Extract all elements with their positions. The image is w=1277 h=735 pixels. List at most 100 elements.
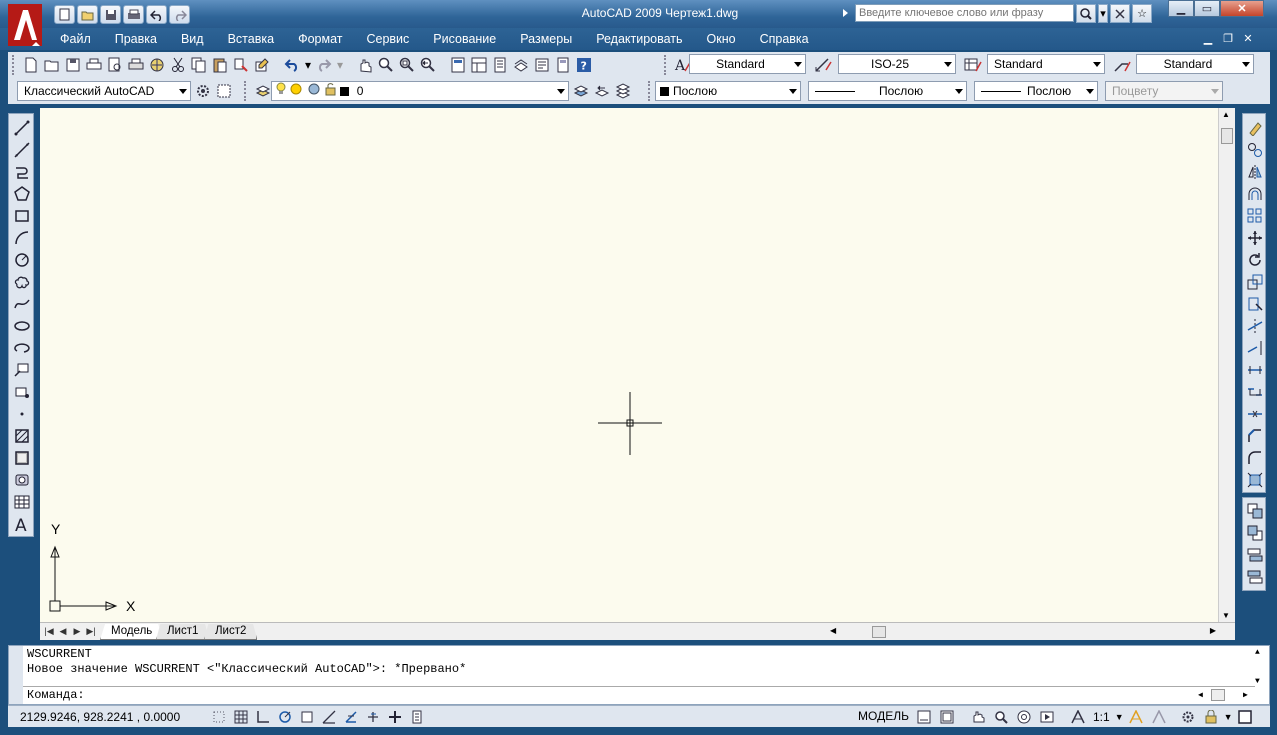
- arc-icon[interactable]: [12, 228, 32, 248]
- autocad-logo-icon[interactable]: [8, 4, 44, 48]
- tab-model[interactable]: Модель: [100, 624, 164, 640]
- tab-sheet2[interactable]: Лист2: [204, 624, 258, 640]
- menu-dimension[interactable]: Размеры: [520, 28, 572, 50]
- plot-icon[interactable]: [85, 56, 103, 74]
- vertical-scroll-thumb[interactable]: [1221, 128, 1233, 144]
- region-icon[interactable]: [12, 470, 32, 490]
- cut-icon[interactable]: [169, 56, 187, 74]
- ellipse-icon[interactable]: [12, 316, 32, 336]
- polyline-icon[interactable]: [12, 162, 32, 182]
- plot-preview-icon[interactable]: [106, 56, 124, 74]
- explode-icon[interactable]: [1245, 470, 1265, 490]
- steering-wheel-icon[interactable]: [1013, 707, 1034, 726]
- erase-icon[interactable]: [1245, 118, 1265, 138]
- dwf-publish-icon[interactable]: [148, 56, 166, 74]
- layer-properties-manager-icon[interactable]: [254, 82, 272, 100]
- prev-tab-icon[interactable]: ◀: [57, 625, 69, 638]
- chamfer-icon[interactable]: [1245, 426, 1265, 446]
- move-icon[interactable]: [1245, 228, 1265, 248]
- mirror-icon[interactable]: [1245, 162, 1265, 182]
- search-icon[interactable]: [1076, 4, 1096, 23]
- open-folder-icon[interactable]: [77, 5, 98, 24]
- ortho-mode-icon[interactable]: [252, 707, 273, 726]
- scroll-down-arrow-icon[interactable]: ▼: [1222, 611, 1230, 620]
- help-icon[interactable]: ?: [575, 56, 593, 74]
- break-icon[interactable]: [1245, 382, 1265, 402]
- tool-palettes-icon[interactable]: [491, 56, 509, 74]
- doc-restore-button[interactable]: ❐: [1220, 32, 1236, 46]
- quickcalc-icon[interactable]: [554, 56, 572, 74]
- copy-object-icon[interactable]: [1245, 140, 1265, 160]
- auto-scale-icon[interactable]: [1149, 707, 1170, 726]
- dimension-style-combo[interactable]: ISO-25: [838, 54, 956, 74]
- color-combo[interactable]: Послою: [655, 81, 801, 101]
- redo-dropdown-icon[interactable]: ▾: [336, 56, 344, 74]
- vertical-scrollbar[interactable]: ▲ ▼: [1218, 108, 1235, 622]
- layer-thaw-sun-icon[interactable]: [289, 82, 303, 101]
- array-icon[interactable]: [1245, 206, 1265, 226]
- match-properties-icon[interactable]: [232, 56, 250, 74]
- horizontal-scroll-thumb[interactable]: [872, 626, 886, 638]
- point-icon[interactable]: [12, 404, 32, 424]
- insert-block-icon[interactable]: [12, 360, 32, 380]
- search-input[interactable]: [855, 4, 1074, 22]
- layer-combo[interactable]: 0: [271, 81, 569, 101]
- bring-to-front-icon[interactable]: [1245, 501, 1265, 521]
- save-file-icon[interactable]: [64, 56, 82, 74]
- menu-file[interactable]: Файл: [60, 28, 91, 50]
- toolbar-lock-icon[interactable]: [1201, 707, 1222, 726]
- zoom-window-icon[interactable]: [398, 56, 416, 74]
- paste-icon[interactable]: [211, 56, 229, 74]
- search-expand-arrow-icon[interactable]: [843, 9, 848, 17]
- command-vertical-scrollbar[interactable]: ▲ ▼: [1255, 648, 1267, 702]
- annotation-scale-icon[interactable]: [1067, 707, 1088, 726]
- object-snap-tracking-icon[interactable]: [318, 707, 339, 726]
- make-block-icon[interactable]: [12, 382, 32, 402]
- coordinates-readout[interactable]: 2129.9246, 928.2241 , 0.0000: [20, 710, 180, 724]
- layout-model-icon[interactable]: [913, 707, 934, 726]
- undo-toolbar-icon[interactable]: [283, 56, 301, 74]
- doc-minimize-button[interactable]: ▁: [1200, 32, 1216, 46]
- send-under-icon[interactable]: [1245, 567, 1265, 587]
- extend-icon[interactable]: [1245, 338, 1265, 358]
- redo-icon[interactable]: [169, 5, 190, 24]
- workspace-switching-icon[interactable]: [1178, 707, 1199, 726]
- menu-format[interactable]: Формат: [298, 28, 342, 50]
- layer-on-bulb-icon[interactable]: [276, 82, 286, 101]
- plotstyle-combo[interactable]: Поцвету: [1105, 81, 1223, 101]
- command-scroll-up-icon[interactable]: ▲: [1255, 648, 1267, 657]
- break-at-point-icon[interactable]: [1245, 360, 1265, 380]
- close-button[interactable]: ✕: [1220, 0, 1264, 17]
- spline-icon[interactable]: [12, 294, 32, 314]
- table-icon[interactable]: [12, 492, 32, 512]
- table-style-icon[interactable]: [964, 56, 982, 74]
- snap-mode-icon[interactable]: [208, 707, 229, 726]
- properties-icon[interactable]: [449, 56, 467, 74]
- layer-states-icon[interactable]: [614, 82, 632, 100]
- menu-view[interactable]: Вид: [181, 28, 204, 50]
- stretch-icon[interactable]: [1245, 294, 1265, 314]
- grid-display-icon[interactable]: [230, 707, 251, 726]
- scroll-up-arrow-icon[interactable]: ▲: [1222, 110, 1230, 119]
- layer-previous-icon[interactable]: [593, 82, 611, 100]
- fillet-icon[interactable]: [1245, 448, 1265, 468]
- toolbar-grip[interactable]: [12, 55, 16, 75]
- trim-icon[interactable]: [1245, 316, 1265, 336]
- publish-icon[interactable]: [127, 56, 145, 74]
- copy-icon[interactable]: [190, 56, 208, 74]
- ellipse-arc-icon[interactable]: [12, 338, 32, 358]
- table-style-combo[interactable]: Standard: [987, 54, 1105, 74]
- layout-sheet-icon[interactable]: [936, 707, 957, 726]
- join-icon[interactable]: [1245, 404, 1265, 424]
- polygon-icon[interactable]: [12, 184, 32, 204]
- dimension-style-icon[interactable]: [814, 56, 832, 74]
- menu-window[interactable]: Окно: [707, 28, 736, 50]
- text-style-combo[interactable]: Standard: [689, 54, 806, 74]
- offset-icon[interactable]: [1245, 184, 1265, 204]
- next-tab-icon[interactable]: ▶: [71, 625, 83, 638]
- pan-icon[interactable]: [356, 56, 374, 74]
- open-icon[interactable]: [43, 56, 61, 74]
- communication-center-icon[interactable]: [1110, 4, 1130, 23]
- scroll-right-arrow-icon[interactable]: ▶: [1210, 626, 1216, 635]
- status-menu-dropdown-icon[interactable]: ▼: [1224, 712, 1233, 722]
